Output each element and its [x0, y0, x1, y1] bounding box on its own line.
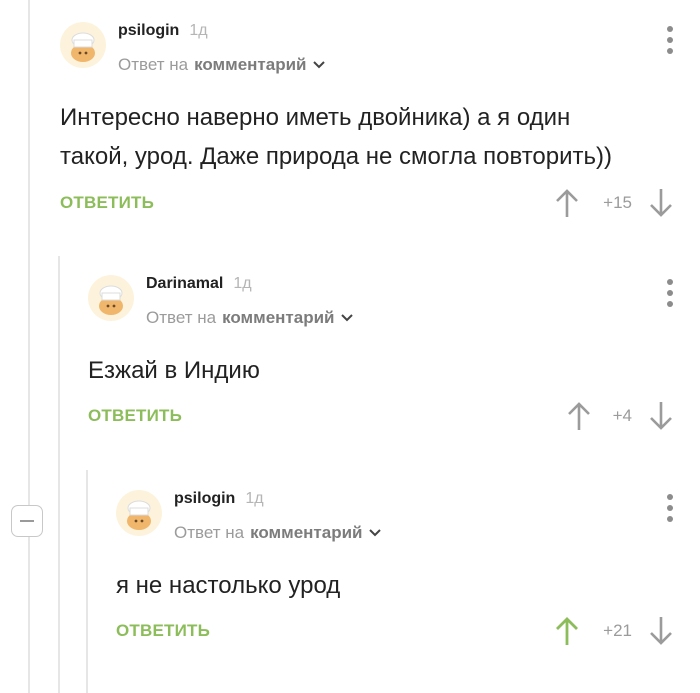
author-name[interactable]: psilogin: [174, 490, 235, 508]
parent-comment-link[interactable]: комментарий: [250, 523, 362, 543]
vote-score: +15: [603, 193, 632, 212]
more-vertical-icon[interactable]: [666, 26, 674, 56]
comment-header: psilogin 1д Ответ на комментарий: [174, 490, 382, 544]
vote-score: +21: [603, 621, 632, 640]
chevron-down-icon[interactable]: [312, 60, 326, 70]
more-vertical-icon[interactable]: [666, 279, 674, 309]
thread-line-level-1: [28, 0, 30, 693]
reply-prefix: Ответ на: [174, 523, 245, 542]
reply-prefix: Ответ на: [146, 308, 217, 327]
reply-prefix: Ответ на: [118, 55, 189, 74]
vote-score: +4: [612, 406, 632, 425]
reply-to: Ответ на комментарий: [174, 522, 382, 544]
thread-line-level-3: [86, 470, 88, 693]
comment-actions: ОТВЕТИТЬ +15: [60, 183, 700, 223]
chef-avatar-icon[interactable]: [60, 22, 106, 68]
comment-text: Интересно наверно иметь двойника) а я од…: [60, 98, 680, 176]
chef-avatar-icon[interactable]: [88, 275, 134, 321]
chef-avatar-icon[interactable]: [116, 490, 162, 536]
comment-text: я не настолько урод: [116, 566, 680, 605]
arrow-down-icon[interactable]: [648, 400, 674, 432]
reply-button[interactable]: ОТВЕТИТЬ: [60, 193, 154, 213]
timestamp: 1д: [245, 490, 264, 507]
comment-header: psilogin 1д Ответ на комментарий: [118, 22, 326, 76]
comment-text-line: Интересно наверно иметь двойника) а я од…: [60, 104, 571, 131]
comment-actions: ОТВЕТИТЬ +21: [116, 611, 700, 651]
chevron-down-icon[interactable]: [340, 313, 354, 323]
arrow-down-icon[interactable]: [648, 187, 674, 219]
comment-actions: ОТВЕТИТЬ +4: [88, 396, 700, 436]
comment-text-line: Езжай в Индию: [88, 357, 260, 384]
arrow-up-icon[interactable]: [554, 187, 580, 219]
reply-to: Ответ на комментарий: [146, 307, 354, 329]
chevron-down-icon[interactable]: [368, 528, 382, 538]
more-vertical-icon[interactable]: [666, 494, 674, 524]
comment: Darinamal 1д Ответ на комментарий Езжай …: [88, 275, 700, 450]
comment-text-line: такой, урод. Даже природа не смогла повт…: [60, 143, 613, 170]
timestamp: 1д: [233, 275, 252, 292]
arrow-up-icon[interactable]: [554, 615, 580, 647]
comment-header: Darinamal 1д Ответ на комментарий: [146, 275, 354, 329]
reply-to: Ответ на комментарий: [118, 54, 326, 76]
comment-text: Езжай в Индию: [88, 351, 680, 390]
parent-comment-link[interactable]: комментарий: [222, 308, 334, 328]
reply-button[interactable]: ОТВЕТИТЬ: [88, 406, 182, 426]
parent-comment-link[interactable]: комментарий: [194, 55, 306, 75]
author-name[interactable]: psilogin: [118, 22, 179, 40]
comment-text-line: я не настолько урод: [116, 572, 341, 599]
reply-button[interactable]: ОТВЕТИТЬ: [116, 621, 210, 641]
author-name[interactable]: Darinamal: [146, 275, 223, 293]
arrow-down-icon[interactable]: [648, 615, 674, 647]
arrow-up-icon[interactable]: [566, 400, 592, 432]
timestamp: 1д: [189, 22, 208, 39]
comment: psilogin 1д Ответ на комментарий я не на…: [116, 490, 700, 670]
thread-line-level-2: [58, 256, 60, 693]
minus-icon: [20, 520, 34, 522]
comment: psilogin 1д Ответ на комментарий Интерес…: [60, 22, 700, 237]
collapse-thread-button[interactable]: [11, 505, 43, 537]
